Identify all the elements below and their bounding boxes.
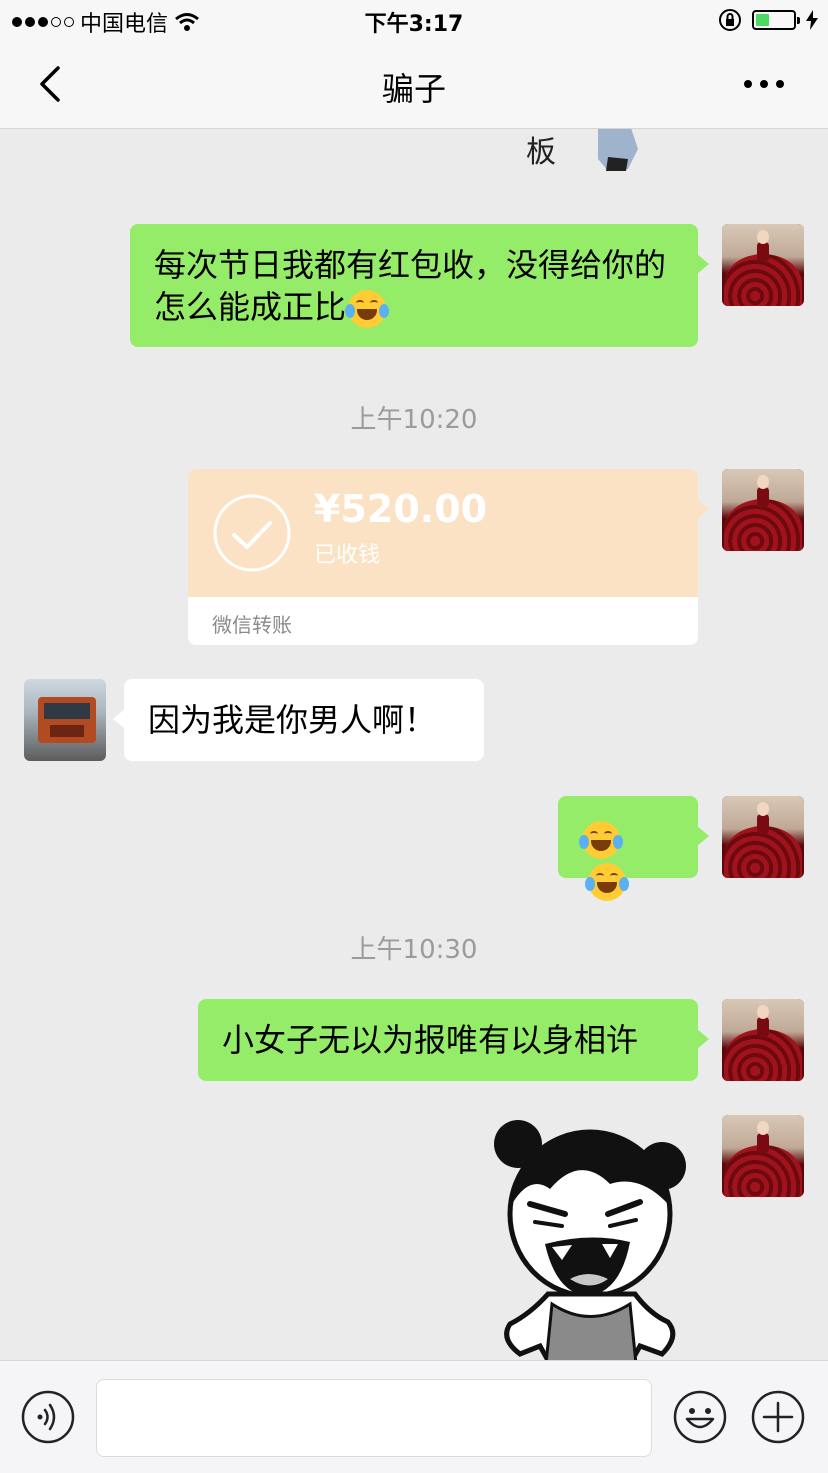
transfer-card[interactable]: ¥520.00 已收钱 微信转账 <box>188 469 709 645</box>
emoji-icon[interactable] <box>672 1389 728 1445</box>
battery-icon <box>752 10 800 30</box>
tears-of-joy-emoji-icon <box>579 821 623 859</box>
sticker-partial[interactable]: 板 <box>520 129 670 181</box>
more-dots-icon[interactable] <box>742 70 786 98</box>
status-time: 下午3:17 <box>364 12 464 37</box>
top-bar: 中国电信 下午3:17 骗子 <box>0 0 828 129</box>
transfer-header: ¥520.00 已收钱 <box>188 469 709 597</box>
sticker-legs-image <box>598 129 638 171</box>
timestamp: 上午10:30 <box>350 935 478 965</box>
message-text: 因为我是你男人啊！ <box>148 701 437 739</box>
message-input[interactable] <box>96 1379 652 1457</box>
navbar: 骗子 <box>0 40 828 128</box>
input-bar <box>0 1360 828 1473</box>
charging-icon <box>806 10 818 30</box>
transfer-footer: 微信转账 <box>212 613 292 637</box>
rotation-lock-icon <box>719 9 741 31</box>
laughing-girl-sticker[interactable] <box>490 1114 690 1360</box>
timestamp: 上午10:20 <box>350 405 478 435</box>
transfer-amount: ¥520.00 <box>314 487 488 531</box>
sticker-text: 板 <box>526 135 556 170</box>
voice-icon[interactable] <box>20 1389 76 1445</box>
page-title: 骗子 <box>381 70 446 108</box>
message-bubble-me[interactable] <box>558 796 709 901</box>
message-bubble-me[interactable]: 每次节日我都有红包收，没得给你的怎么能成正比 <box>130 224 709 347</box>
status-bar: 中国电信 下午3:17 <box>0 0 828 40</box>
tears-of-joy-emoji-icon <box>585 863 629 901</box>
avatar-contact[interactable] <box>24 679 106 761</box>
chat-area[interactable]: 板 每次节日我都有红包收，没得给你的怎么能成正比 上午10:20 ¥520.00… <box>0 129 828 1360</box>
message-bubble-me[interactable]: 小女子无以为报唯有以身相许 <box>198 999 709 1081</box>
message-bubble-other[interactable]: 因为我是你男人啊！ <box>113 679 484 761</box>
avatar-me[interactable] <box>722 1115 804 1197</box>
message-text: 每次节日我都有红包收，没得给你的怎么能成正比 <box>154 246 667 326</box>
rofl-emoji-icon <box>345 290 390 328</box>
avatar-me[interactable] <box>722 796 804 878</box>
check-circle-icon <box>213 494 291 572</box>
transfer-status: 已收钱 <box>314 543 381 568</box>
plus-icon[interactable] <box>750 1389 806 1445</box>
avatar-me[interactable] <box>722 999 804 1081</box>
message-text: 小女子无以为报唯有以身相许 <box>222 1021 639 1059</box>
status-right <box>718 8 818 32</box>
avatar-me[interactable] <box>722 469 804 551</box>
avatar-me[interactable] <box>722 224 804 306</box>
